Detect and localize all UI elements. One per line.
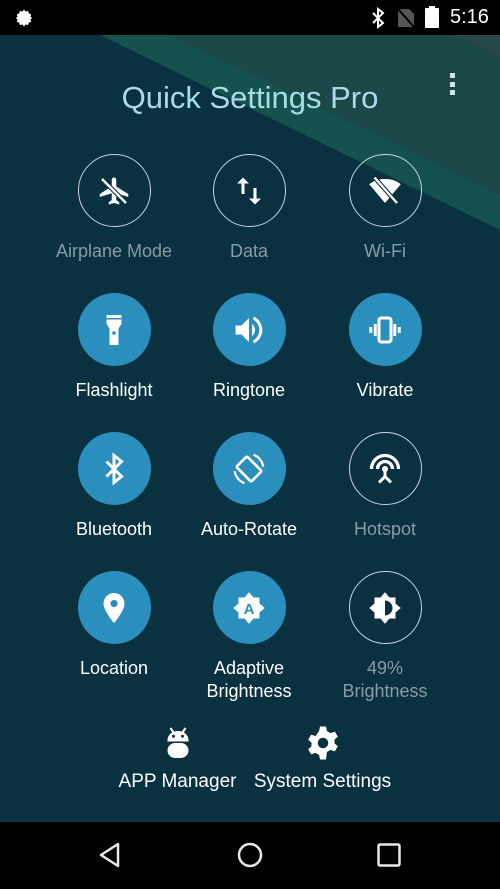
vibrate-icon — [369, 316, 401, 343]
tile-toggle[interactable] — [77, 293, 151, 366]
back-icon[interactable] — [96, 840, 126, 870]
tile-toggle[interactable] — [77, 154, 151, 227]
flashlight-icon — [106, 314, 122, 345]
tile-toggle[interactable]: A — [212, 571, 286, 644]
tile-toggle[interactable] — [348, 154, 422, 227]
tile-vibrate[interactable]: Vibrate — [320, 293, 450, 402]
tile-toggle[interactable] — [77, 571, 151, 644]
app-manager-label: APP Manager — [118, 771, 237, 792]
location-pin-icon — [103, 592, 125, 623]
settings-gear-icon — [307, 726, 338, 760]
tile-label: Location — [79, 658, 149, 678]
tile-wifi[interactable]: Wi-Fi — [320, 154, 450, 263]
navigation-bar — [0, 822, 500, 889]
tile-toggle[interactable] — [212, 154, 286, 227]
brightness-value: 49% — [366, 658, 404, 678]
status-bar: 5:16 — [0, 0, 500, 35]
tile-location[interactable]: Location — [49, 571, 179, 680]
tile-data[interactable]: Data — [184, 154, 314, 263]
tile-toggle[interactable] — [77, 432, 151, 505]
tile-label: Vibrate — [356, 380, 414, 400]
tile-bluetooth[interactable]: Bluetooth — [49, 432, 179, 541]
volume-icon — [235, 316, 263, 343]
brightness-half-icon — [369, 591, 401, 624]
app-title: Quick Settings Pro — [121, 80, 379, 115]
tile-toggle[interactable] — [212, 432, 286, 505]
tile-brightness[interactable]: 49% Brightness — [320, 571, 450, 703]
wifi-off-icon — [369, 175, 401, 204]
tile-label: Wi-Fi — [364, 241, 406, 261]
tile-label: Auto-Rotate — [200, 519, 298, 539]
tile-label: Data — [229, 241, 269, 261]
tile-label: 49% Brightness — [320, 657, 450, 703]
system-settings-button[interactable]: System Settings — [251, 725, 394, 793]
gear-icon — [15, 9, 33, 27]
tile-label: Flashlight — [75, 380, 153, 400]
tile-hotspot[interactable]: Hotspot — [320, 432, 450, 541]
tile-label: Adaptive Brightness — [206, 658, 292, 701]
tile-label: Bluetooth — [75, 519, 153, 539]
tile-ringtone[interactable]: Ringtone — [184, 293, 314, 402]
tile-label: Ringtone — [212, 380, 286, 400]
brightness-auto-icon: A — [233, 591, 265, 624]
clock: 5:16 — [450, 6, 489, 28]
airplane-off-icon — [99, 176, 129, 205]
tile-airplane-mode[interactable]: Airplane Mode — [49, 154, 179, 263]
app-main: Quick Settings Pro Airplane Mode Data Wi… — [0, 35, 500, 822]
system-settings-label: System Settings — [253, 771, 392, 792]
app-manager-button[interactable]: APP Manager — [117, 725, 238, 793]
android-icon — [167, 727, 188, 758]
tile-toggle[interactable] — [348, 432, 422, 505]
tile-label: Airplane Mode — [55, 241, 173, 261]
tile-auto-rotate[interactable]: Auto-Rotate — [184, 432, 314, 541]
tile-toggle[interactable] — [348, 293, 422, 366]
battery-icon — [425, 6, 439, 28]
tile-label: Hotspot — [353, 519, 417, 539]
tile-flashlight[interactable]: Flashlight — [49, 293, 179, 402]
bluetooth-icon — [105, 451, 124, 486]
svg-text:A: A — [244, 601, 255, 618]
more-vert-icon[interactable] — [442, 71, 462, 97]
no-sim-icon — [397, 8, 415, 28]
tile-adaptive-brightness[interactable]: A Adaptive Brightness — [184, 571, 314, 703]
home-icon[interactable] — [235, 840, 265, 870]
recents-icon[interactable] — [374, 840, 404, 870]
tile-toggle[interactable] — [212, 293, 286, 366]
tile-toggle[interactable] — [348, 571, 422, 644]
data-arrows-icon — [237, 177, 261, 204]
rotate-icon — [233, 453, 265, 484]
bluetooth-icon — [372, 7, 385, 29]
hotspot-icon — [369, 453, 401, 484]
